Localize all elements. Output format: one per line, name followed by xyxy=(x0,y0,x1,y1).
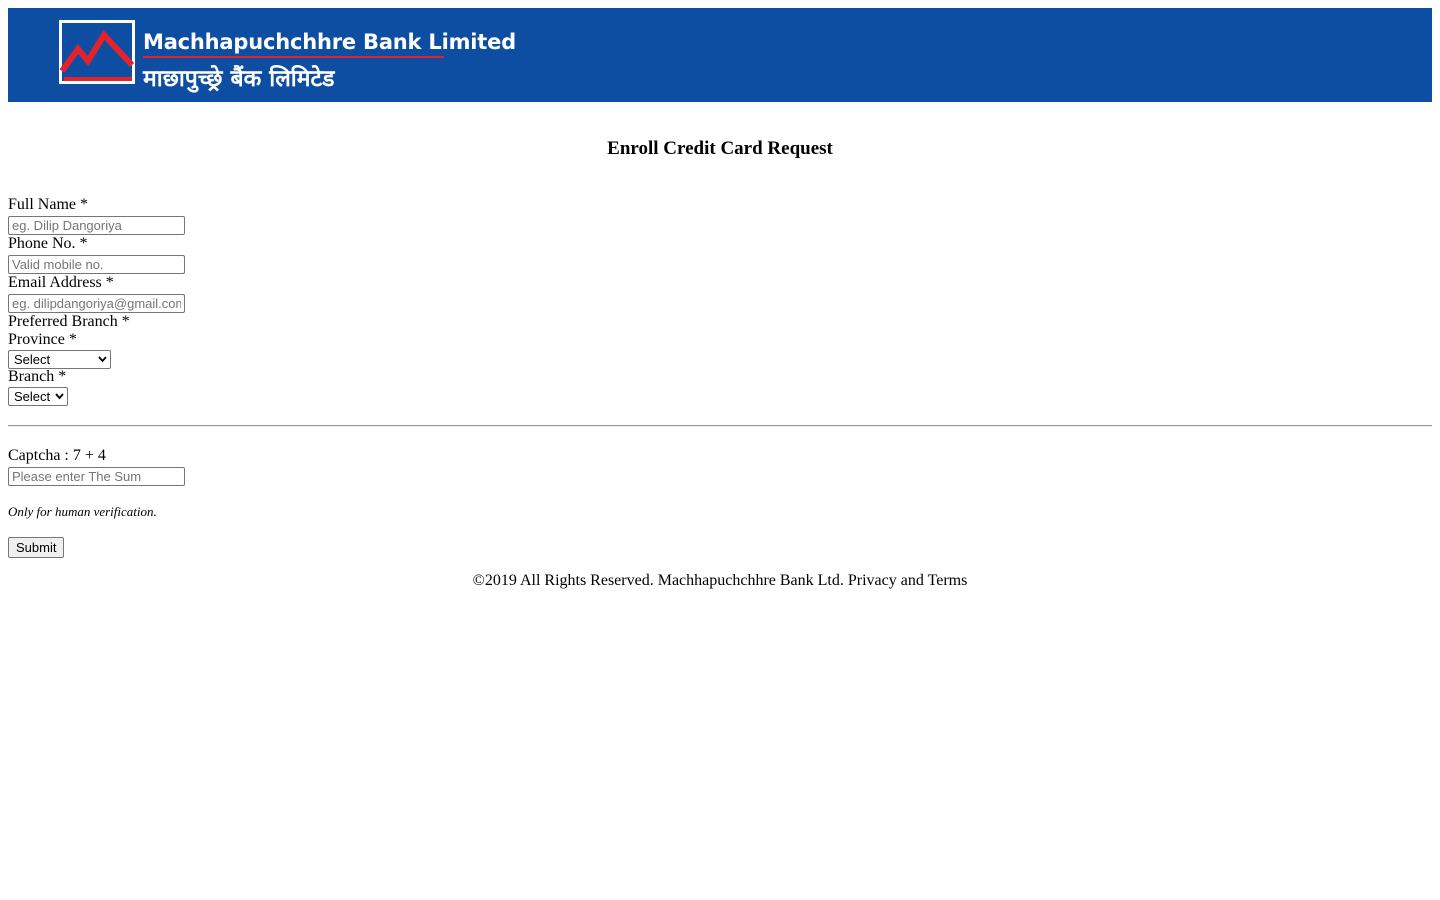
chevron-down-icon xyxy=(98,356,107,363)
email-input[interactable] xyxy=(8,294,185,313)
bank-logo[interactable]: Machhapuchchhre Bank Limited माछापुच्छ्र… xyxy=(58,19,516,92)
mountain-logo-icon xyxy=(59,20,135,84)
footer: ©2019 All Rights Reserved. Machhapuchchh… xyxy=(0,572,1440,590)
full-name-input[interactable] xyxy=(8,216,185,235)
page-title: Enroll Credit Card Request xyxy=(607,138,833,159)
logo-divider xyxy=(143,56,444,58)
full-name-label: Full Name * xyxy=(8,196,88,213)
footer-copyright: ©2019 All Rights Reserved. Machhapuchchh… xyxy=(472,572,844,589)
form-divider xyxy=(8,425,1432,427)
province-label: Province * xyxy=(8,331,77,348)
branch-label: Branch * xyxy=(8,368,67,385)
privacy-terms-link[interactable]: Privacy and Terms xyxy=(848,572,967,589)
preferred-branch-label: Preferred Branch * xyxy=(8,313,130,330)
branch-select[interactable]: Select xyxy=(8,387,68,406)
chevron-down-icon xyxy=(55,393,64,400)
bank-name-english: Machhapuchchhre Bank Limited xyxy=(143,30,517,54)
submit-button[interactable]: Submit xyxy=(8,537,65,558)
province-selected-value: Select xyxy=(14,352,51,367)
phone-label: Phone No. * xyxy=(8,235,88,252)
captcha-note: Only for human verification. xyxy=(8,504,157,519)
phone-input[interactable] xyxy=(8,255,185,274)
bank-name-nepali: माछापुच्छ्रे बैंक लिमिटेड xyxy=(143,66,335,92)
branch-selected-value: Select xyxy=(14,389,51,404)
site-header: Machhapuchchhre Bank Limited माछापुच्छ्र… xyxy=(8,8,1432,102)
email-label: Email Address * xyxy=(8,274,114,291)
province-select[interactable]: Select xyxy=(8,350,111,369)
captcha-input[interactable] xyxy=(8,467,185,486)
captcha-label: Captcha : 7 + 4 xyxy=(8,447,106,464)
